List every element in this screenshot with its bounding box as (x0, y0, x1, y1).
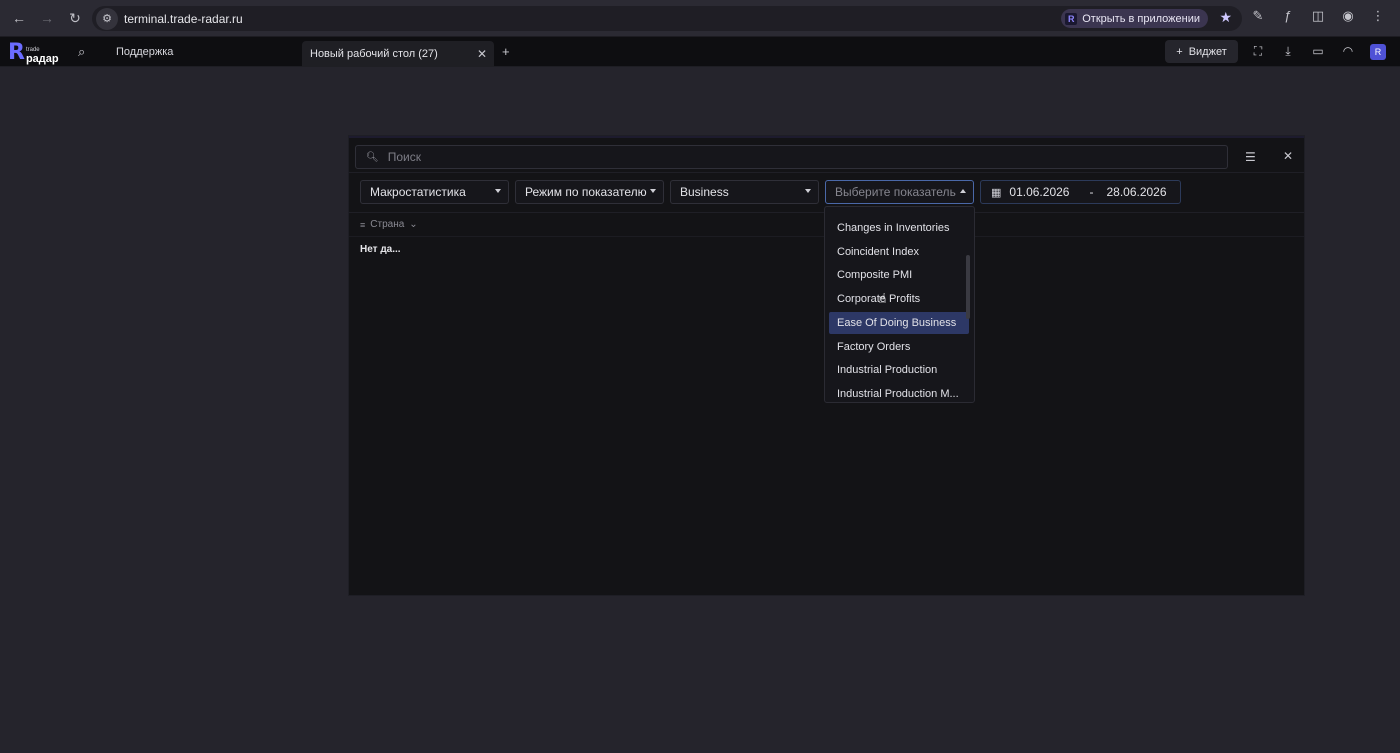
user-avatar[interactable]: R (1370, 44, 1386, 60)
browser-extensions: ✎ ƒ ◫ ◉ ⋮ (1250, 8, 1386, 24)
fullscreen-icon[interactable]: ⛶ (1250, 44, 1266, 60)
mode-value: Режим по показателю (525, 185, 647, 199)
column-header-label: Страна (370, 219, 405, 230)
url-text[interactable]: terminal.trade-radar.ru (124, 12, 243, 26)
search-icon: 🔍︎ (366, 151, 379, 163)
chevron-up-icon (960, 189, 966, 193)
plus-icon: + (1176, 45, 1183, 58)
headset-icon[interactable]: ◠ (1340, 44, 1356, 60)
app-logo-icon: R (1065, 12, 1078, 25)
tab-workspace[interactable]: Новый рабочий стол (27) ✕ (302, 41, 494, 67)
trade-radar-logo[interactable]: R trade радар (8, 40, 59, 65)
indicator-placeholder: Выберите показатель (835, 185, 956, 199)
browser-menu-icon[interactable]: ⋮ (1370, 8, 1386, 24)
no-data-message: Нет да... (360, 244, 401, 255)
dropdown-item[interactable]: Corporate Profits (829, 288, 969, 310)
panel-top-border (349, 136, 1304, 138)
chevron-down-icon (805, 189, 811, 193)
logo-letter: R (8, 40, 25, 65)
mode-select[interactable]: Режим по показателю (515, 180, 664, 204)
date-from[interactable]: 01.06.2026 (1009, 185, 1069, 199)
logo-brand-text: радар (25, 53, 59, 65)
tab-label: Новый рабочий стол (27) (310, 48, 438, 60)
add-widget-button[interactable]: + Виджет (1165, 40, 1238, 63)
chevron-down-icon (650, 189, 656, 193)
dropdown-item[interactable]: Industrial Production M... (829, 383, 969, 402)
divider (349, 172, 1304, 173)
search-field[interactable]: 🔍︎ (355, 145, 1228, 169)
date-to[interactable]: 28.06.2026 (1106, 185, 1166, 199)
header-actions: ⛶ ⤓ ▭ ◠ R (1250, 44, 1386, 60)
dropdown-item[interactable]: Coincident Index (829, 241, 969, 263)
calendar-icon: ▦ (991, 186, 1002, 199)
download-icon[interactable]: ⤓ (1280, 44, 1296, 60)
close-tab-icon[interactable]: ✕ (477, 47, 487, 61)
sort-icon: ≡ (360, 219, 366, 230)
back-icon[interactable]: ← (6, 5, 32, 31)
site-settings-icon[interactable]: ⚙ (96, 7, 118, 30)
support-link[interactable]: Поддержка (116, 46, 173, 58)
group-select[interactable]: Business (670, 180, 819, 204)
column-header-country[interactable]: ≡ Страна ⌄ (360, 219, 418, 230)
category-value: Макростатистика (370, 185, 466, 199)
dropdown-item[interactable]: Industrial Production (829, 359, 969, 381)
chevron-down-icon: ⌄ (409, 219, 418, 230)
category-select[interactable]: Макростатистика (360, 180, 509, 204)
group-value: Business (680, 185, 729, 199)
open-in-app-button[interactable]: R Открыть в приложении (1061, 9, 1208, 28)
indicator-dropdown: Changes in Inventories Coincident Index … (824, 206, 975, 403)
close-icon[interactable]: ✕ (1283, 149, 1293, 163)
browser-toolbar: ← → ↻ ⚙ terminal.trade-radar.ru R Открыт… (0, 0, 1400, 37)
dropdown-item-highlighted[interactable]: Ease Of Doing Business (829, 312, 969, 334)
extension-pen-icon[interactable]: ✎ (1250, 8, 1266, 24)
add-tab-icon[interactable]: + (502, 44, 510, 59)
search-icon[interactable]: ⌕ (78, 44, 85, 60)
profile-icon[interactable]: ◉ (1340, 8, 1356, 24)
dropdown-item[interactable]: Composite PMI (829, 264, 969, 286)
chat-icon[interactable]: ▭ (1310, 44, 1326, 60)
app-header: R trade радар ⌕ Поддержка Новый рабочий … (0, 37, 1400, 67)
date-separator: - (1089, 185, 1094, 199)
search-input[interactable] (387, 150, 1208, 164)
forward-icon[interactable]: → (34, 5, 60, 31)
dropdown-item[interactable]: Factory Orders (829, 336, 969, 358)
reload-icon[interactable]: ↻ (62, 5, 88, 31)
extensions-puzzle-icon[interactable]: ◫ (1310, 8, 1326, 24)
extension-function-icon[interactable]: ƒ (1280, 8, 1296, 24)
date-range-picker[interactable]: ▦ 01.06.2026 - 28.06.2026 (980, 180, 1181, 204)
open-in-app-label: Открыть в приложении (1082, 12, 1200, 25)
widget-label: Виджет (1188, 45, 1227, 58)
hand-cursor-icon: ☝ (878, 290, 887, 306)
dropdown-item[interactable]: Changes in Inventories (829, 217, 969, 239)
address-bar[interactable]: ⚙ terminal.trade-radar.ru R Открыть в пр… (92, 6, 1242, 31)
indicator-select[interactable]: Выберите показатель (825, 180, 974, 204)
chevron-down-icon (495, 189, 501, 193)
filter-icon[interactable]: ☰ (1245, 150, 1256, 164)
dropdown-scrollbar[interactable] (966, 255, 970, 319)
bookmark-star-icon[interactable]: ★ (1219, 9, 1232, 26)
